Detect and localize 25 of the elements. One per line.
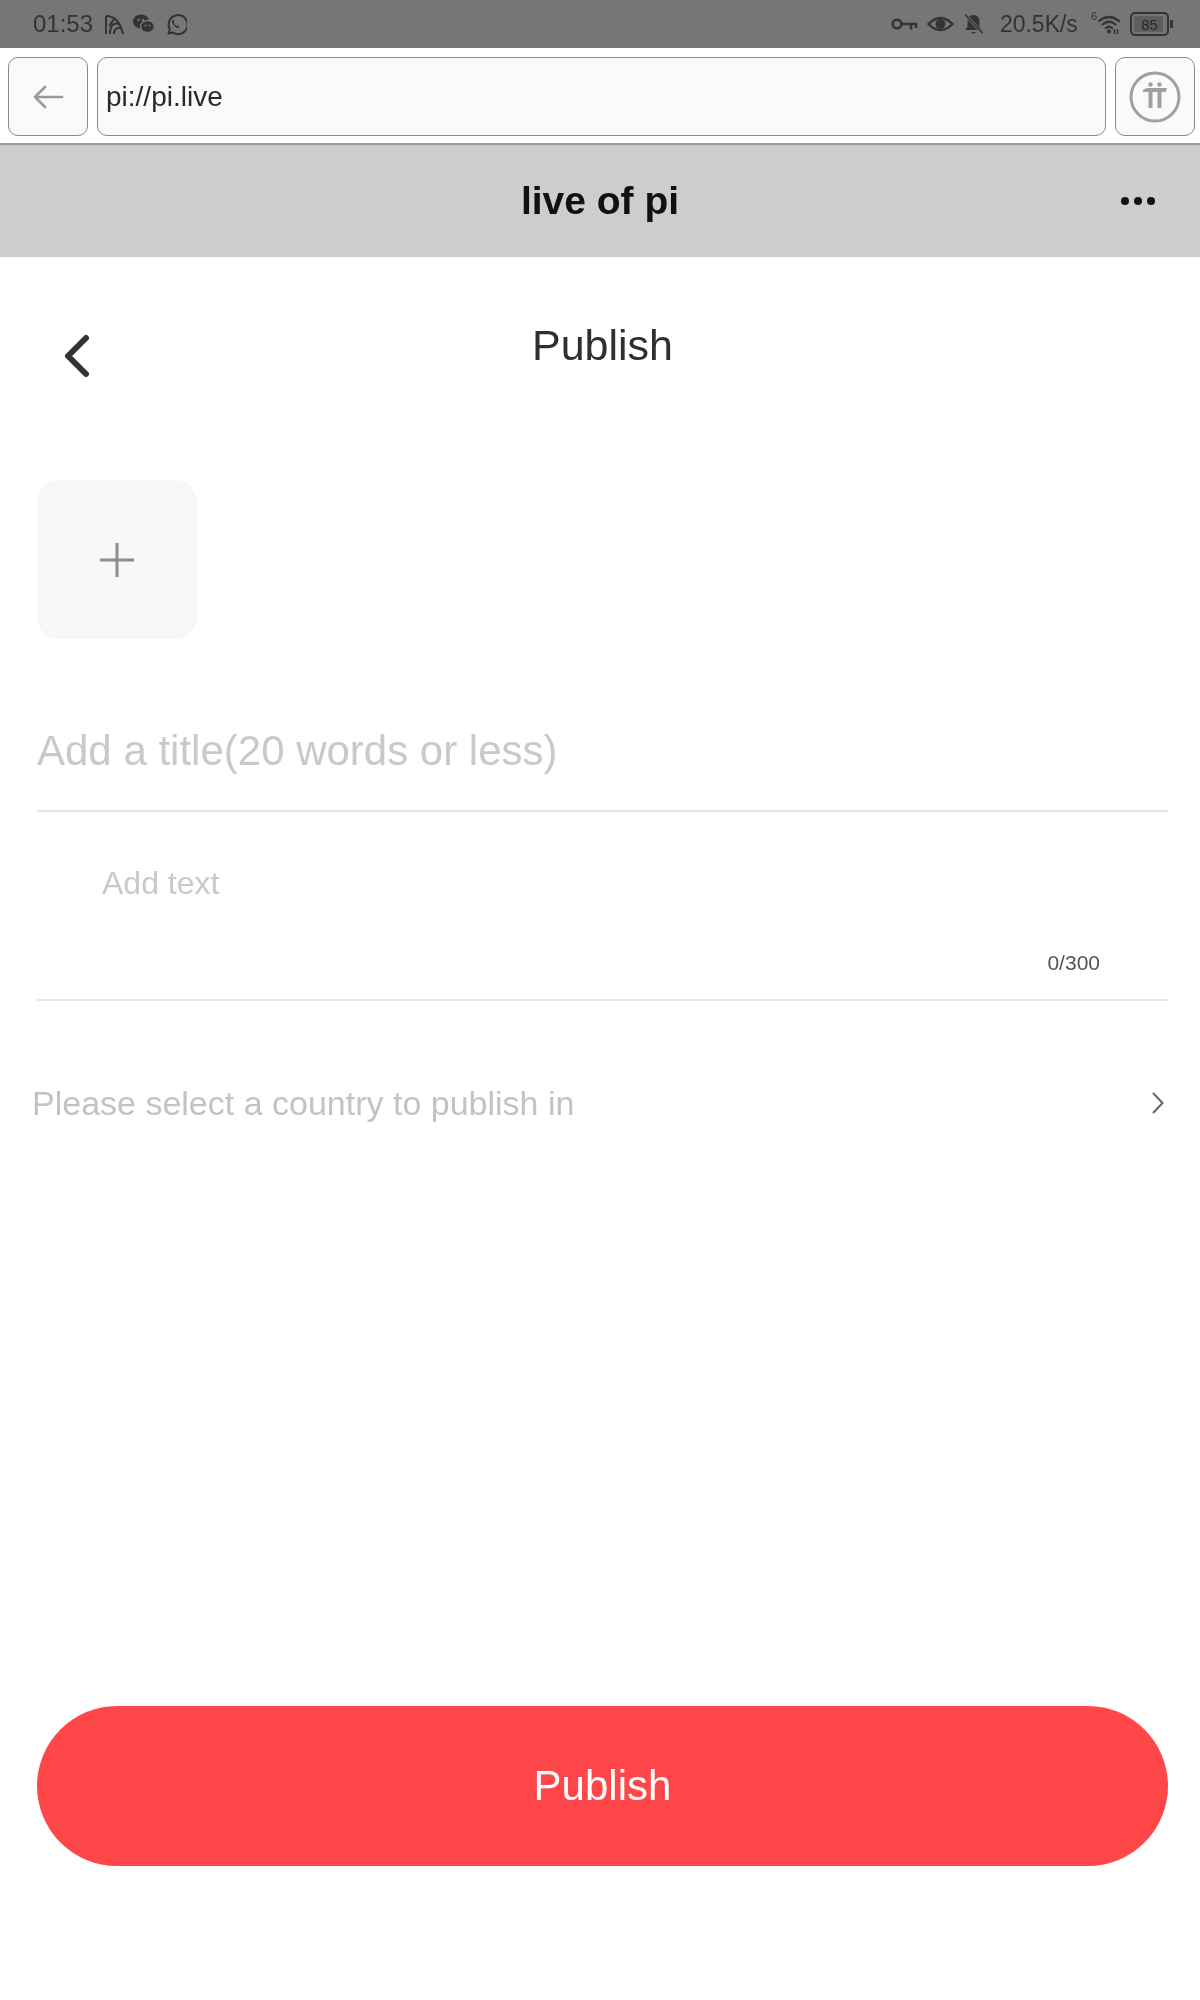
wifi-icon xyxy=(1097,14,1121,34)
character-counter: 0/300 xyxy=(1047,951,1100,975)
back-icon[interactable] xyxy=(63,334,91,378)
app-title: live of pi xyxy=(520,179,680,223)
address-bar[interactable]: pi://pi.live xyxy=(97,57,1106,136)
phone-bubble-icon xyxy=(164,12,188,36)
key-icon xyxy=(890,17,918,31)
back-button[interactable] xyxy=(8,57,88,136)
clock-time: 01:53 xyxy=(33,12,94,36)
arrow-left-icon xyxy=(32,84,64,109)
publish-button[interactable]: Publish xyxy=(37,1706,1168,1866)
chat-bubbles-icon xyxy=(133,14,156,34)
pi-button[interactable] xyxy=(1115,57,1195,136)
bell-off-icon xyxy=(962,13,984,35)
battery-indicator: 85 xyxy=(1130,12,1174,36)
country-select[interactable]: Please select a country to publish in xyxy=(32,1063,1168,1143)
plus-icon xyxy=(100,542,134,577)
more-icon[interactable] xyxy=(1121,197,1155,205)
page-title: Publish xyxy=(532,320,673,370)
chevron-right-icon xyxy=(1152,1092,1164,1114)
pi-symbol-icon xyxy=(1129,70,1181,123)
eye-icon xyxy=(926,15,954,33)
network-speed: 20.5K/s xyxy=(999,12,1078,36)
striped-arc-icon xyxy=(104,13,125,35)
wifi-standard-label: 6 xyxy=(1090,11,1097,22)
